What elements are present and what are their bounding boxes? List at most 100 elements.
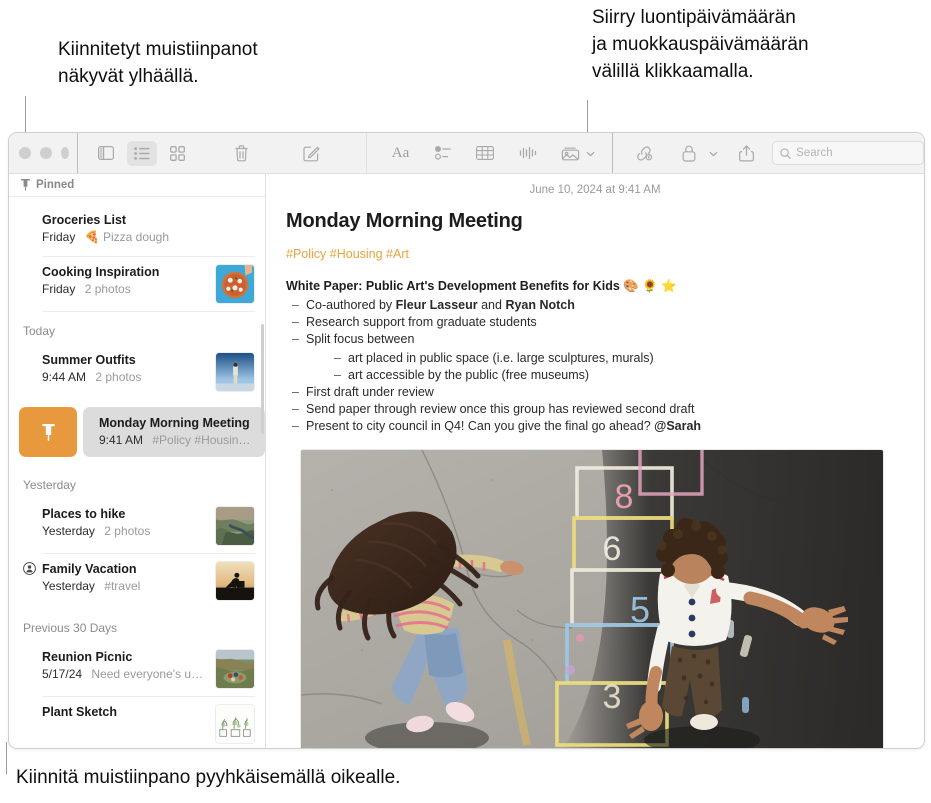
note-row-text: Plant Sketch [42,704,207,721]
note-thumbnail-outfit [215,352,255,392]
note-snippet: 2 photos [95,370,142,384]
callout-leader-line-swipe [6,742,7,774]
list-item[interactable]: Summer Outfits 9:44 AM 2 photos [9,345,265,400]
note-editor[interactable]: June 10, 2024 at 9:41 AM Monday Morning … [266,174,924,748]
delete-controls [224,141,260,166]
note-thumbnail-picnic [215,649,255,689]
media-icon[interactable] [556,141,586,166]
note-thumbnail-plant [215,704,255,744]
svg-text:6: 6 [603,530,622,568]
callout-pinned-notes: Kiinnitetyt muistiinpanot näkyvät ylhääl… [58,39,258,87]
list-view-icon[interactable] [126,140,157,166]
toolbar-divider [77,133,78,173]
note-snippet: Need everyone's u… [91,667,204,681]
note-subtitle: Yesterday #travel [42,578,207,595]
note-date: Friday [42,282,76,296]
list-item[interactable]: Reunion Picnic 5/17/24 Need everyone's u… [9,642,265,697]
sidebar-scrollbar[interactable] [261,324,264,434]
bullet-bold-name-1: Fleur Lasseur [395,298,478,312]
format-text-icon[interactable]: Aa [384,141,418,166]
note-subtitle: 9:44 AM 2 photos [42,369,207,386]
formatting-controls: Aa [381,141,596,166]
selected-note-card[interactable]: Monday Morning Meeting 9:41 AM #Policy #… [83,407,265,457]
list-item[interactable]: Cooking Inspiration Friday 2 photos [9,257,265,312]
list-item[interactable]: Places to hike Yesterday 2 photos [9,499,265,554]
bullet-mid: and [477,298,506,312]
lock-chevron-down-icon[interactable] [709,144,719,162]
note-tags[interactable]: #Policy #Housing #Art [286,247,898,261]
note-subtitle: Yesterday 2 photos [42,523,207,540]
app-body: Pinned Groceries List Friday 🍕 Pizza dou… [9,174,924,748]
note-title: Groceries List [42,213,127,227]
section-header-previous-30-days: Previous 30 Days [23,621,118,635]
share-icon[interactable] [731,141,761,166]
note-subtitle: 9:41 AM #Policy #Housing… [99,432,257,449]
note-title: Places to hike [42,507,126,521]
note-content[interactable]: Monday Morning Meeting #Policy #Housing … [266,196,924,748]
screenshot-root: Kiinnitetyt muistiinpanot näkyvät ylhääl… [0,0,931,803]
note-photo-hopscotch[interactable]: 8 6 5 3 [300,449,884,748]
list-item: art placed in public space (i.e. large s… [328,350,898,367]
note-thumbnail-pizza [215,264,255,304]
row-divider [42,311,255,312]
note-title: Plant Sketch [42,705,118,719]
list-item: Present to city council in Q4! Can you g… [286,418,898,435]
note-snippet: #Policy #Housing… [152,433,257,447]
pin-icon [41,423,55,441]
note-thumbnail-vacation [215,561,255,601]
pinned-section-header: Pinned [9,174,265,197]
search-input[interactable]: Search [772,141,924,165]
media-chevron-down-icon[interactable] [586,144,596,162]
table-icon[interactable] [470,141,500,166]
svg-text:8: 8 [615,478,634,516]
maximize-window-button[interactable] [61,147,70,159]
gallery-view-icon[interactable] [163,141,193,166]
note-sub-bullet-list: art placed in public space (i.e. large s… [328,350,898,384]
collaborate-icon[interactable] [629,141,659,166]
mention-sarah[interactable]: @Sarah [654,419,701,433]
pin-icon [21,179,30,191]
selected-note-row[interactable]: Monday Morning Meeting 9:41 AM #Policy #… [9,404,265,460]
audio-waveform-icon[interactable] [513,141,543,166]
sidebar-toggle-icon[interactable] [91,141,121,166]
view-controls [88,140,196,166]
list-item[interactable]: Plant Sketch [9,697,265,748]
svg-text:3: 3 [603,678,622,716]
compose-controls [294,141,330,166]
note-lead-line: White Paper: Public Art's Development Be… [286,279,677,293]
note-subtitle: 5/17/24 Need everyone's u… [42,666,207,683]
note-snippet: #travel [104,579,141,593]
close-window-button[interactable] [19,147,31,159]
note-title: Reunion Picnic [42,650,133,664]
toolbar-divider-2 [365,133,367,173]
checklist-icon[interactable] [429,141,459,166]
note-date: Yesterday [42,579,95,593]
list-item: Co-authored by Fleur Lasseur and Ryan No… [286,297,898,314]
bullet-bold-name-2: Ryan Notch [505,298,575,312]
pin-note-button[interactable] [19,407,77,457]
window-traffic-lights[interactable] [9,147,52,159]
note-snippet: 2 photos [84,282,131,296]
minimize-window-button[interactable] [40,147,52,159]
lock-icon[interactable] [674,141,704,166]
search-placeholder: Search [796,147,833,159]
note-row-text: Places to hike Yesterday 2 photos [42,506,207,540]
section-header-today: Today [23,324,56,338]
list-item: First draft under review [286,384,898,401]
note-row-text: Family Vacation Yesterday #travel [42,561,207,595]
bullet-text: Co-authored by [306,298,396,312]
svg-text:5: 5 [630,589,650,630]
section-header-yesterday: Yesterday [23,478,76,492]
new-note-icon[interactable] [297,141,327,166]
note-row-text: Groceries List Friday 🍕 Pizza dough [42,212,255,246]
note-title: Cooking Inspiration [42,265,160,279]
list-item[interactable]: Family Vacation Yesterday #travel [9,554,265,609]
trash-icon[interactable] [227,141,257,166]
note-bullet-list: Co-authored by Fleur Lasseur and Ryan No… [286,297,898,435]
notes-list-sidebar[interactable]: Pinned Groceries List Friday 🍕 Pizza dou… [9,174,266,748]
note-date-header[interactable]: June 10, 2024 at 9:41 AM [266,174,924,196]
list-item: Send paper through review once this grou… [286,401,898,418]
note-subtitle: Friday 2 photos [42,281,207,298]
list-item[interactable]: Groceries List Friday 🍕 Pizza dough [9,205,265,257]
note-date: Yesterday [42,524,95,538]
